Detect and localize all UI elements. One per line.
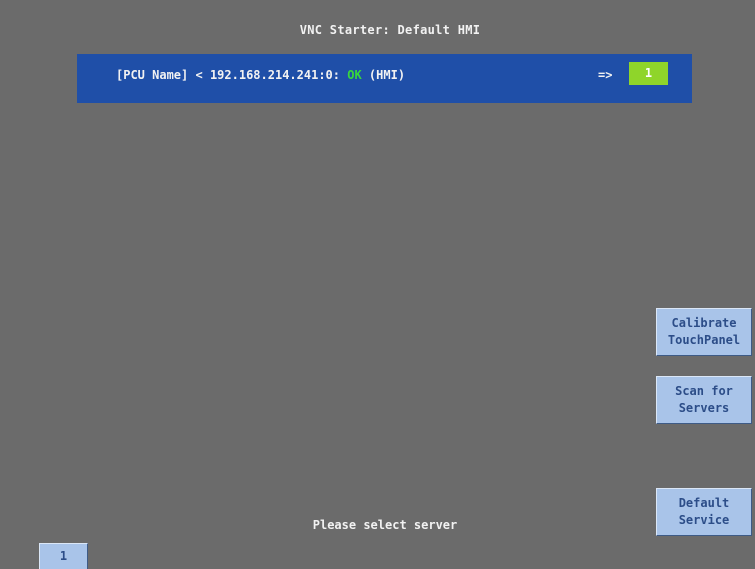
server-status: OK xyxy=(347,68,362,82)
server-separator: < xyxy=(195,68,203,82)
scan-for-servers-button[interactable]: Scan for Servers xyxy=(656,376,752,424)
window-title: VNC Starter: Default HMI xyxy=(299,23,481,37)
arrow-indicator: => xyxy=(598,68,613,82)
server-row[interactable]: [PCU Name] < 192.168.214.241:0: OK (HMI)… xyxy=(77,54,692,103)
scan-for-servers-label: Scan for Servers xyxy=(675,384,733,415)
calibrate-touchpanel-label: Calibrate TouchPanel xyxy=(667,316,741,347)
server-name: [PCU Name] xyxy=(116,68,189,82)
status-message: Please select server xyxy=(312,518,458,532)
server-type: (HMI) xyxy=(368,68,406,82)
server-entry-text: [PCU Name] < 192.168.214.241:0: OK (HMI) xyxy=(116,68,405,82)
calibrate-touchpanel-button[interactable]: Calibrate TouchPanel xyxy=(656,308,752,356)
page-tab-1[interactable]: 1 xyxy=(39,543,88,569)
server-address: 192.168.214.241:0: xyxy=(209,68,340,82)
slot-badge[interactable]: 1 xyxy=(629,62,668,85)
